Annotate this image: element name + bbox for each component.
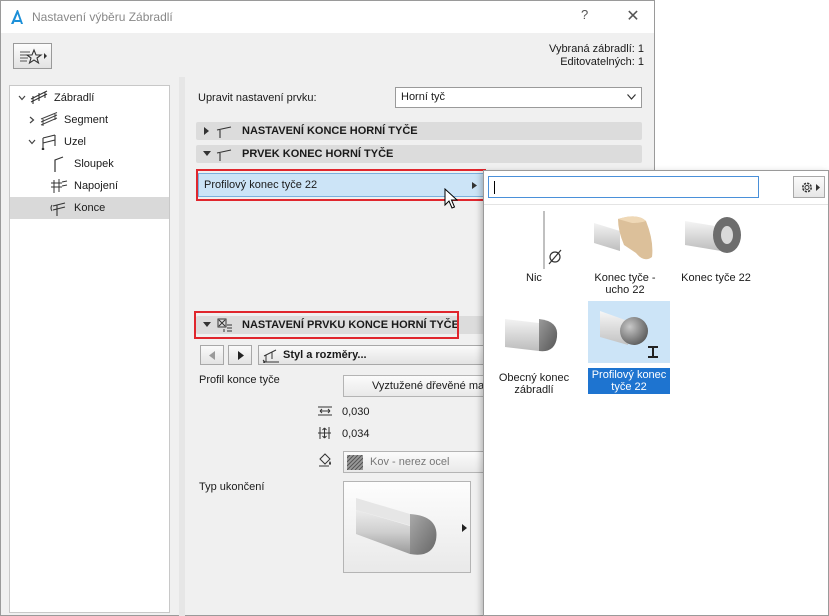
chevron-left-icon — [209, 351, 215, 360]
profile-end-param-select[interactable]: Vyztužené dřevěné ma — [343, 375, 485, 397]
surface-material-select[interactable]: Kov - nerez ocel — [343, 451, 485, 473]
favorites-button[interactable] — [13, 43, 52, 69]
highlight-frame — [196, 169, 486, 201]
tree-item-label: Napojení — [74, 180, 119, 192]
section-end-settings[interactable]: NASTAVENÍ KONCE HORNÍ TYČE — [196, 122, 642, 140]
tree-item-connection[interactable]: Napojení — [10, 175, 169, 197]
chevron-right-icon — [462, 524, 467, 532]
post-icon — [54, 156, 64, 172]
segment-icon — [40, 112, 58, 126]
height-dimension-icon — [318, 427, 331, 439]
tree-item-label: Sloupek — [74, 158, 114, 170]
section-title: PRVEK KONEC HORNÍ TYČE — [242, 148, 394, 160]
edit-element-label: Upravit nastavení prvku: — [198, 92, 317, 104]
style-dimensions-label: Styl a rozměry... — [283, 349, 367, 361]
help-button[interactable]: ? — [581, 7, 588, 22]
paint-bucket-icon — [319, 453, 331, 467]
tree-item-post[interactable]: Sloupek — [10, 153, 169, 175]
tile-caption: Profilový konec tyče 22 — [588, 368, 670, 394]
chevron-down-icon — [627, 94, 636, 100]
edit-element-value: Horní tyč — [401, 91, 446, 103]
chevron-down-icon[interactable] — [28, 138, 36, 146]
close-button[interactable]: ✕ — [618, 6, 648, 28]
highlight-frame — [194, 311, 459, 339]
surface-material-value: Kov - nerez ocel — [370, 456, 450, 468]
connection-icon — [51, 179, 68, 193]
tree-item-node[interactable]: Uzel — [10, 131, 169, 153]
width-dimension-icon — [318, 406, 332, 416]
element-tree: Zábradlí Segment Uzel Sloupek Napojení K… — [9, 85, 170, 613]
tree-item-label: Segment — [64, 114, 109, 126]
prev-page-button[interactable] — [200, 345, 224, 365]
railing-icon — [30, 90, 48, 104]
collapse-down-icon — [203, 151, 211, 156]
library-popup: Nic Konec tyče - ucho 22 Konec tyče 22 O… — [483, 170, 829, 616]
profile-end-param-label: Profil konce tyče — [199, 374, 280, 386]
tree-item-ends[interactable]: Konce — [10, 197, 169, 219]
library-tile-profile-end[interactable]: Profilový konec tyče 22 — [588, 301, 670, 396]
archicad-icon — [11, 10, 23, 24]
section-end-element[interactable]: PRVEK KONEC HORNÍ TYČE — [196, 145, 642, 163]
library-search-input[interactable] — [488, 176, 759, 198]
library-tile-rail-end[interactable]: Konec tyče 22 — [675, 211, 757, 291]
tree-item-railing[interactable]: Zábradlí — [10, 87, 169, 109]
tile-caption: Konec tyče - ucho 22 — [594, 272, 656, 296]
selection-stats: Vybraná zábradlí: 1 Editovatelných: 1 — [549, 43, 644, 69]
library-settings-button[interactable] — [793, 176, 825, 198]
end-type-preview-button[interactable] — [343, 481, 471, 573]
tree-item-label: Uzel — [64, 136, 87, 148]
mouse-cursor-icon — [444, 188, 458, 209]
node-icon — [41, 134, 56, 150]
selected-count: Vybraná zábradlí: 1 — [549, 43, 644, 55]
tree-item-segment[interactable]: Segment — [10, 109, 169, 131]
rail-end-icon — [216, 126, 232, 138]
chevron-right-icon[interactable] — [28, 116, 36, 124]
chevron-right-icon — [238, 351, 244, 360]
none-symbol-icon — [543, 211, 562, 269]
edit-element-select[interactable]: Horní tyč — [395, 87, 642, 108]
window-title: Nastavení výběru Zábradlí — [32, 10, 173, 24]
material-swatch-icon — [347, 455, 363, 470]
height-value[interactable]: 0,034 — [342, 428, 370, 440]
tile-caption: Obecný konec zábradlí — [498, 372, 570, 396]
generic-end-thumbnail — [505, 319, 558, 352]
profile-end-thumbnail — [600, 311, 658, 358]
favorites-star-icon — [20, 48, 47, 65]
style-dimensions-button[interactable]: Styl a rozměry... — [258, 345, 486, 365]
width-value[interactable]: 0,030 — [342, 406, 370, 418]
editable-count: Editovatelných: 1 — [560, 56, 644, 68]
end-type-label: Typ ukončení — [199, 481, 265, 493]
library-tile-none[interactable]: Nic — [493, 211, 575, 291]
tree-item-label: Zábradlí — [54, 92, 95, 104]
tree-item-label: Konce — [74, 202, 106, 214]
title-bar: Nastavení výběru Zábradlí ? ✕ — [1, 1, 654, 33]
tile-caption: Nic — [526, 272, 542, 284]
tile-caption: Konec tyče 22 — [681, 272, 751, 284]
expand-right-icon — [204, 127, 209, 135]
style-dimensions-icon — [262, 349, 279, 363]
library-tile-ear-end[interactable]: Konec tyče - ucho 22 — [584, 211, 666, 297]
profile-end-param-value: Vyztužené dřevěné ma — [372, 380, 485, 392]
rail-end-ear-thumbnail — [594, 216, 653, 260]
chevron-down-icon[interactable] — [18, 94, 26, 102]
rail-end-icon — [216, 149, 232, 161]
gear-icon — [802, 182, 820, 193]
section-title: NASTAVENÍ KONCE HORNÍ TYČE — [242, 125, 418, 137]
rail-end-thumbnail — [685, 217, 741, 253]
popup-separator — [484, 204, 828, 205]
text-caret — [494, 181, 495, 194]
ends-icon — [50, 202, 66, 216]
next-page-button[interactable] — [228, 345, 252, 365]
library-tile-generic-end[interactable]: Obecný konec zábradlí — [493, 311, 575, 397]
panel-divider[interactable] — [179, 77, 185, 616]
rail-end-preview-icon — [356, 498, 437, 555]
